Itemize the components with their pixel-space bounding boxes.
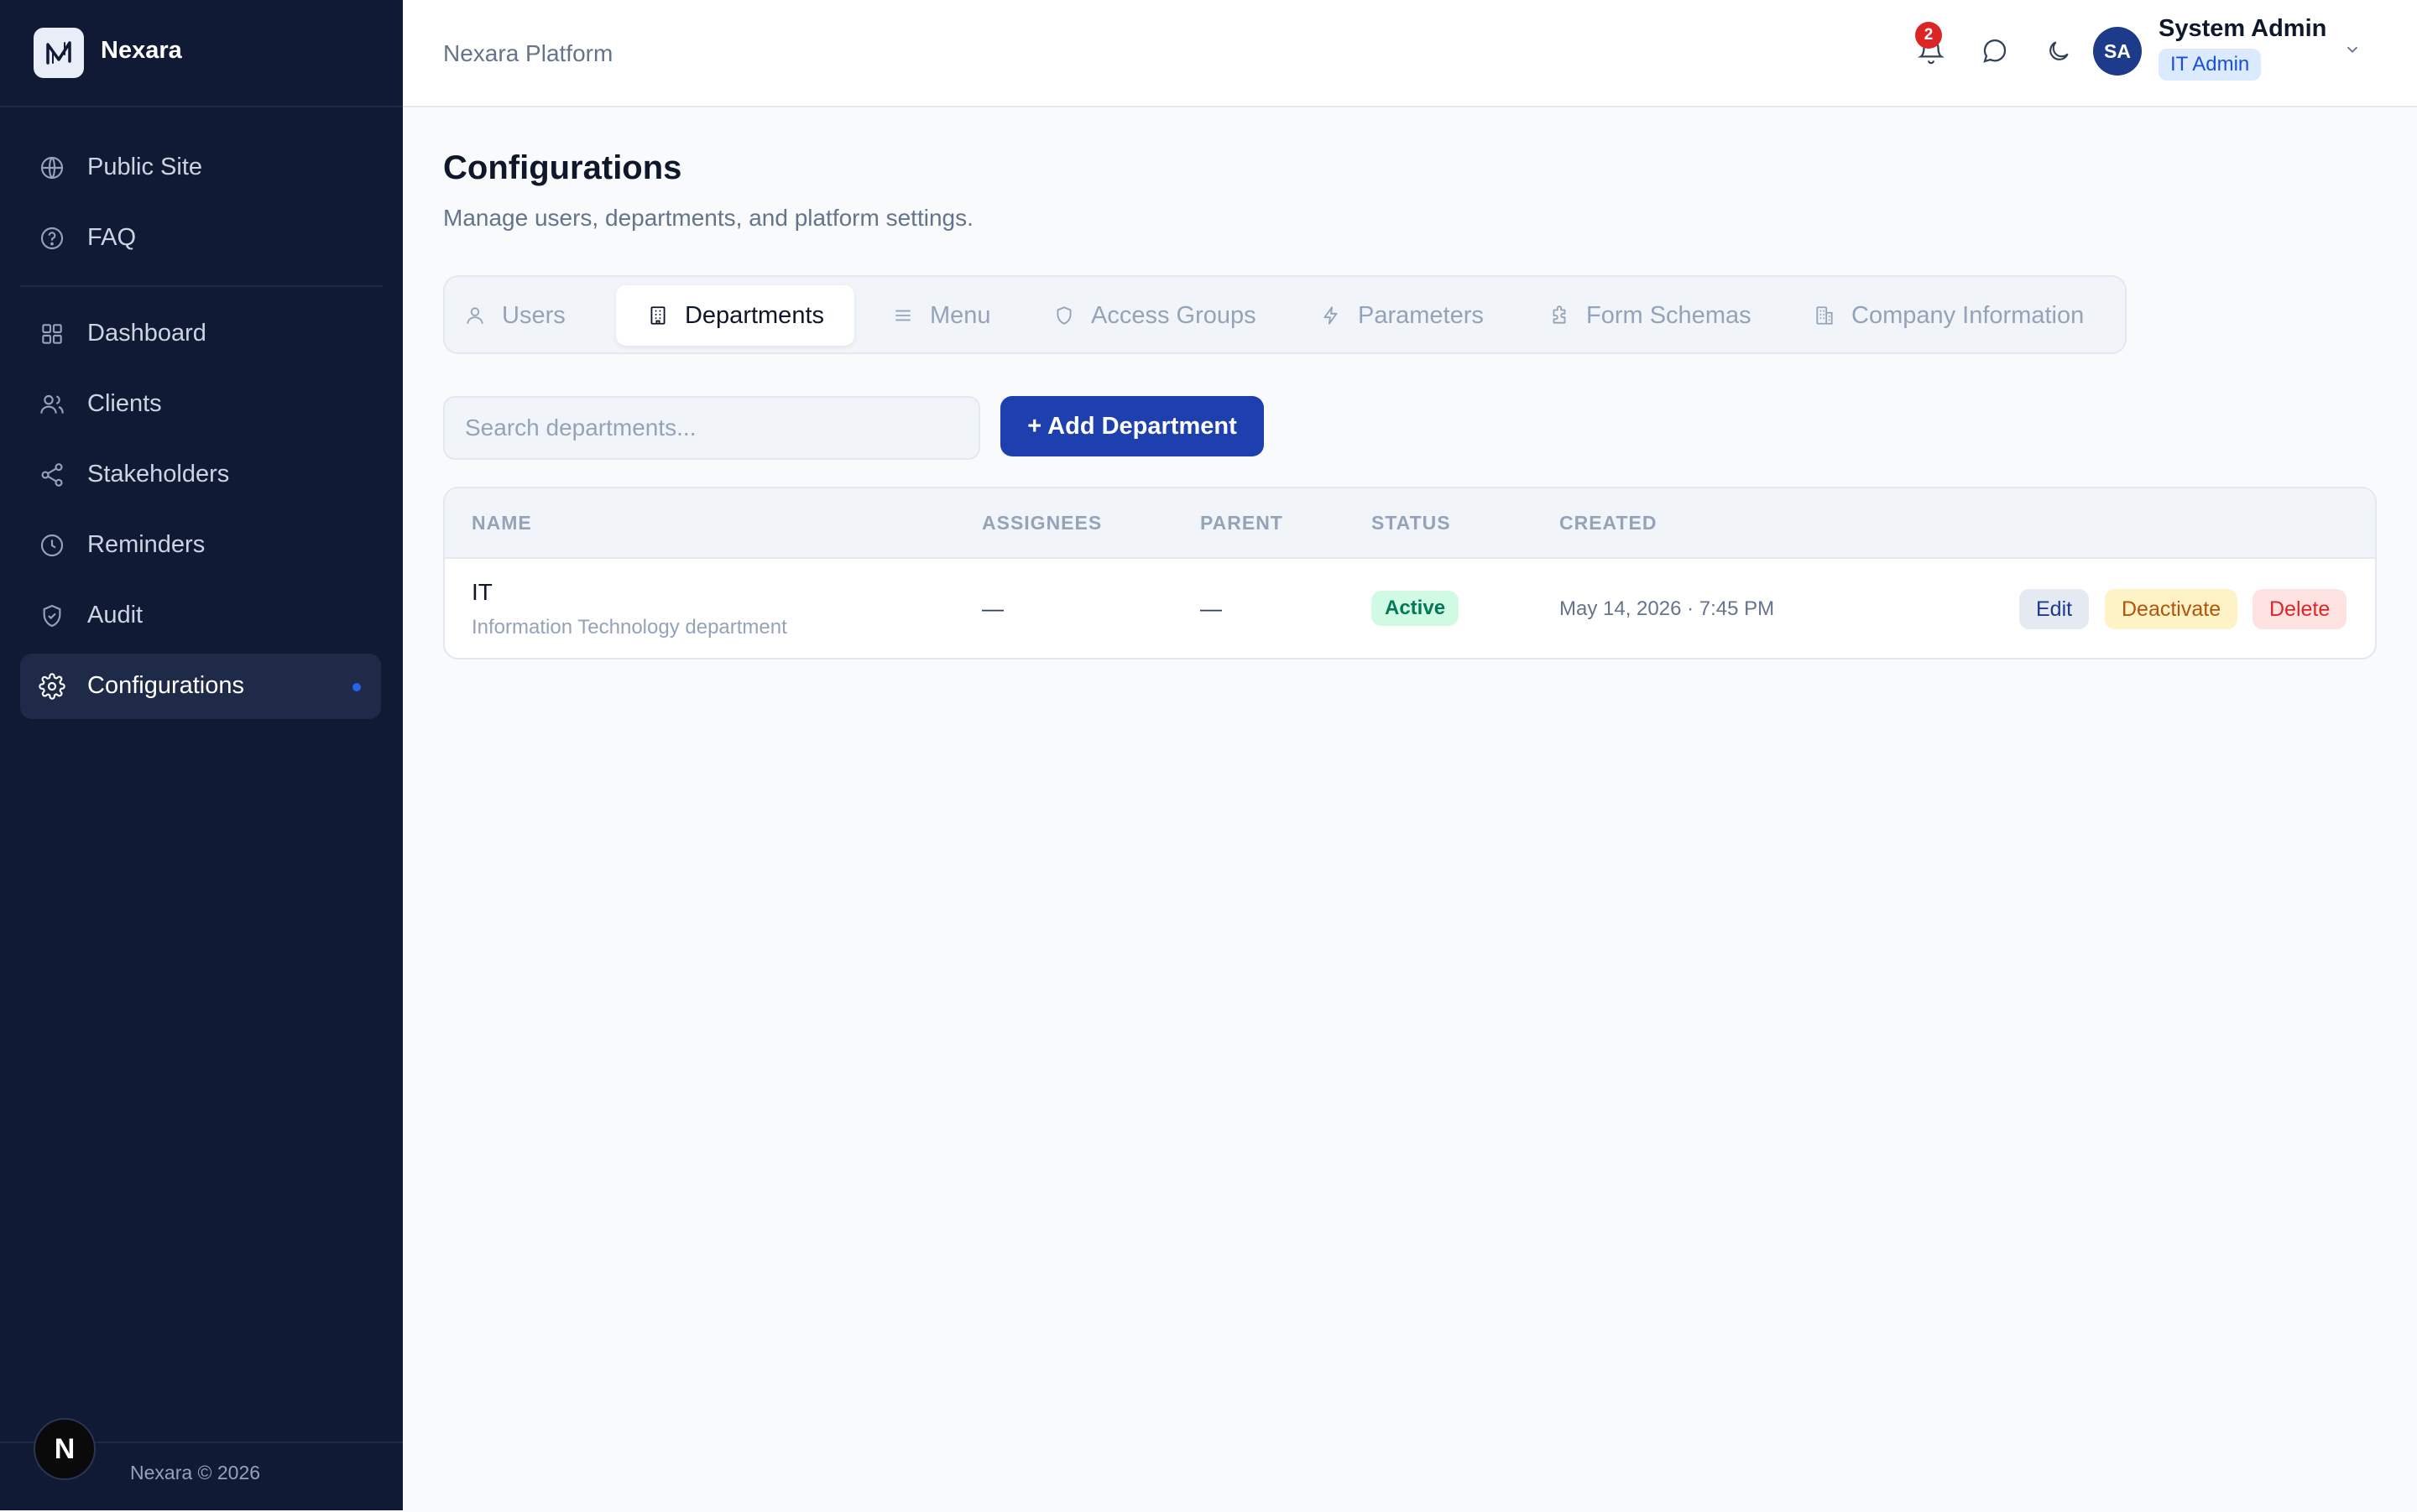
chevron-down-icon	[2343, 40, 2362, 63]
sidebar-footer: N Nexara © 2026	[0, 1418, 403, 1512]
tab-label: Users	[502, 301, 566, 329]
add-department-button[interactable]: + Add Department	[1000, 396, 1264, 456]
grid-icon	[39, 321, 65, 347]
shield-check-icon	[39, 602, 65, 629]
column-header-assignees[interactable]: ASSIGNEES	[982, 512, 1102, 534]
active-indicator-dot	[352, 683, 361, 691]
brand[interactable]: Nexara	[0, 0, 403, 107]
chat-bubble-icon	[1981, 37, 2009, 70]
page-subtitle: Manage users, departments, and platform …	[443, 205, 974, 231]
app-root: Nexara Public Site FAQ Dashboard Clients…	[0, 0, 2417, 1510]
notification-count-badge: 2	[1915, 22, 1942, 49]
help-circle-icon	[39, 225, 65, 252]
tab-form-schemas[interactable]: Form Schemas	[1548, 285, 1751, 346]
sidebar-item-stakeholders[interactable]: Stakeholders	[20, 442, 381, 508]
department-assignees: —	[982, 596, 1004, 621]
tab-label: Menu	[930, 301, 991, 329]
column-header-name[interactable]: NAME	[472, 512, 532, 534]
column-header-parent[interactable]: PARENT	[1200, 512, 1283, 534]
edit-button[interactable]: Edit	[2019, 589, 2090, 629]
sidebar-item-label: Audit	[87, 602, 144, 628]
tab-label: Access Groups	[1091, 301, 1256, 329]
department-parent: —	[1200, 596, 1222, 621]
moon-icon	[2045, 38, 2072, 69]
table-header: NAME ASSIGNEES PARENT STATUS CREATED	[445, 488, 2375, 559]
messages-button[interactable]	[1976, 34, 2014, 72]
deactivate-button[interactable]: Deactivate	[2105, 589, 2238, 629]
sidebar-item-label: Public Site	[87, 154, 203, 180]
tab-departments[interactable]: Departments	[616, 285, 854, 346]
sidebar-item-label: Clients	[87, 390, 162, 417]
delete-button[interactable]: Delete	[2253, 589, 2347, 629]
globe-icon	[39, 154, 65, 181]
column-header-status[interactable]: STATUS	[1371, 512, 1451, 534]
topbar: Nexara Platform 2 SA System Admin IT Adm…	[403, 0, 2417, 107]
tab-label: Departments	[684, 301, 824, 329]
building-icon	[646, 304, 670, 327]
sidebar-item-reminders[interactable]: Reminders	[20, 513, 381, 578]
sidebar-divider	[20, 285, 383, 287]
share-icon	[39, 461, 65, 488]
theme-toggle-button[interactable]	[2039, 34, 2078, 72]
table-row[interactable]: IT Information Technology department — —…	[445, 557, 2375, 658]
avatar[interactable]: SA	[2093, 27, 2142, 76]
shield-icon	[1052, 304, 1076, 327]
tab-label: Form Schemas	[1586, 301, 1751, 329]
config-tabs: Users Departments Menu Access Groups Par…	[443, 275, 2127, 354]
user-role-badge: IT Admin	[2159, 49, 2262, 81]
sidebar-item-label: Configurations	[87, 672, 244, 699]
department-description: Information Technology department	[472, 616, 787, 639]
user-icon	[463, 304, 487, 327]
sidebar-item-public-site[interactable]: Public Site	[20, 135, 381, 201]
menu-icon	[891, 304, 915, 327]
sidebar-item-label: FAQ	[87, 224, 137, 251]
puzzle-icon	[1548, 304, 1571, 327]
clock-icon	[39, 532, 65, 559]
brand-logo-icon	[34, 28, 84, 78]
department-name: IT	[472, 579, 493, 605]
tab-parameters[interactable]: Parameters	[1319, 285, 1484, 346]
users-icon	[39, 391, 65, 418]
tab-access-groups[interactable]: Access Groups	[1052, 285, 1256, 346]
tab-menu[interactable]: Menu	[891, 285, 991, 346]
sidebar-item-faq[interactable]: FAQ	[20, 206, 381, 271]
brand-name: Nexara	[101, 37, 182, 64]
sidebar-item-label: Reminders	[87, 531, 206, 558]
copyright-text: Nexara © 2026	[130, 1462, 261, 1483]
search-input[interactable]	[443, 396, 980, 460]
tab-users[interactable]: Users	[463, 285, 566, 346]
sidebar-item-label: Stakeholders	[87, 461, 230, 487]
tab-company-information[interactable]: Company Information	[1813, 285, 2084, 346]
user-menu-toggle[interactable]	[2340, 39, 2365, 64]
sidebar-item-clients[interactable]: Clients	[20, 372, 381, 437]
sidebar-item-label: Dashboard	[87, 320, 206, 347]
department-created: May 14, 2026 · 7:45 PM	[1559, 597, 1775, 620]
sidebar-item-audit[interactable]: Audit	[20, 583, 381, 649]
office-icon	[1813, 304, 1836, 327]
status-badge: Active	[1371, 591, 1459, 626]
bolt-icon	[1319, 304, 1343, 327]
app-badge[interactable]: N	[34, 1418, 96, 1480]
gear-icon	[39, 673, 65, 700]
column-header-created[interactable]: CREATED	[1559, 512, 1657, 534]
sidebar-item-dashboard[interactable]: Dashboard	[20, 301, 381, 367]
page-title: Configurations	[443, 149, 682, 186]
platform-title: Nexara Platform	[443, 40, 613, 66]
sidebar: Nexara Public Site FAQ Dashboard Clients…	[0, 0, 403, 1510]
departments-table: NAME ASSIGNEES PARENT STATUS CREATED IT …	[443, 487, 2377, 660]
tab-label: Parameters	[1358, 301, 1484, 329]
user-name[interactable]: System Admin	[2159, 15, 2326, 43]
tab-label: Company Information	[1851, 301, 2085, 329]
sidebar-item-configurations[interactable]: Configurations	[20, 654, 381, 719]
